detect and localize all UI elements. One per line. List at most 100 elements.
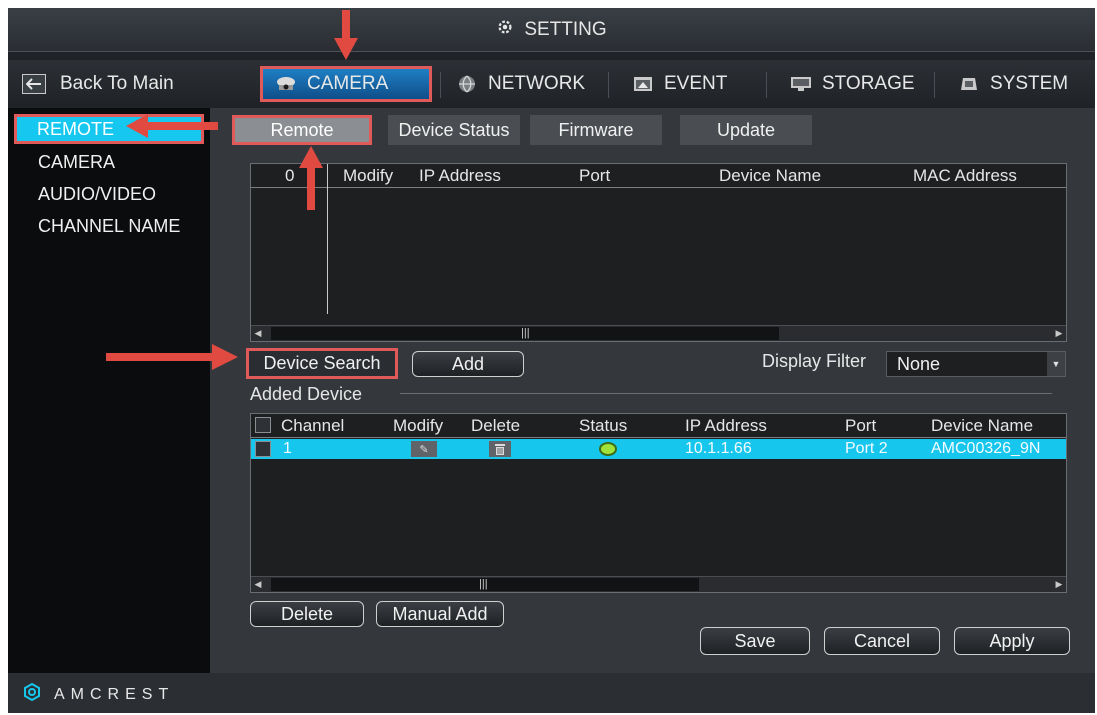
content-area: Remote Device Status Firmware Update 0 M… bbox=[210, 108, 1095, 673]
sidebar-item-label: CAMERA bbox=[38, 152, 116, 172]
button-label: Add bbox=[451, 353, 485, 374]
channel-cell: 1 bbox=[283, 440, 292, 457]
nav-separator bbox=[608, 72, 609, 98]
button-label: Delete bbox=[280, 603, 334, 624]
tab-system-label: SYSTEM bbox=[990, 73, 1069, 94]
nav-separator bbox=[766, 72, 767, 98]
scroll-left-icon[interactable]: ◀ bbox=[251, 577, 265, 592]
display-filter-value: None bbox=[897, 353, 941, 374]
sidebar-item-camera[interactable]: CAMERA bbox=[38, 152, 115, 173]
row-checkbox[interactable] bbox=[255, 441, 271, 457]
scroll-right-icon[interactable]: ▶ bbox=[1052, 577, 1066, 592]
annotation-arrow-camera bbox=[333, 10, 359, 62]
manual-add-button[interactable]: Manual Add bbox=[376, 601, 504, 627]
column-header: MAC Address bbox=[913, 166, 1017, 185]
save-button[interactable]: Save bbox=[700, 627, 810, 655]
column-header: Device Name bbox=[931, 416, 1034, 435]
tab-camera-label: CAMERA bbox=[307, 73, 389, 94]
delete-button[interactable]: Delete bbox=[250, 601, 364, 627]
sidebar: REMOTE CAMERA AUDIO/VIDEO CHANNEL NAME bbox=[8, 108, 210, 673]
column-header: Status bbox=[579, 416, 628, 435]
ip-address-cell: 10.1.1.66 bbox=[685, 440, 752, 457]
tab-storage[interactable]: STORAGE bbox=[778, 66, 927, 102]
sidebar-item-channel-name[interactable]: CHANNEL NAME bbox=[38, 216, 180, 237]
subtab-remote[interactable]: Remote bbox=[232, 115, 372, 145]
column-header: Port bbox=[845, 416, 877, 435]
scroll-right-icon[interactable]: ▶ bbox=[1052, 326, 1066, 341]
tab-network-label: NETWORK bbox=[488, 73, 586, 94]
trash-icon[interactable] bbox=[489, 441, 511, 457]
add-button[interactable]: Add bbox=[412, 351, 524, 377]
column-header: Modify bbox=[393, 416, 444, 435]
back-arrow-icon bbox=[22, 74, 46, 94]
scrollbar-grip-icon: ||| bbox=[479, 578, 488, 590]
sidebar-item-audio-video[interactable]: AUDIO/VIDEO bbox=[38, 184, 156, 205]
horizontal-scrollbar[interactable]: ◀ ||| ▶ bbox=[251, 576, 1066, 592]
scroll-left-icon[interactable]: ◀ bbox=[251, 326, 265, 341]
system-icon bbox=[958, 76, 980, 92]
back-to-main-button[interactable]: Back To Main bbox=[22, 69, 174, 99]
pencil-icon[interactable]: ✎ bbox=[411, 441, 437, 457]
subtab-label: Firmware bbox=[558, 119, 634, 140]
scrollbar-grip-icon: ||| bbox=[521, 327, 530, 339]
network-icon bbox=[456, 75, 478, 93]
subtab-update[interactable]: Update bbox=[680, 115, 812, 145]
column-header: 0 bbox=[285, 166, 295, 185]
brand-name: AMCREST bbox=[54, 685, 175, 703]
column-header: Modify bbox=[343, 166, 394, 185]
added-device-label: Added Device bbox=[250, 384, 363, 404]
horizontal-scrollbar[interactable]: ◀ ||| ▶ bbox=[251, 325, 1066, 341]
subtab-label: Device Status bbox=[398, 119, 510, 140]
camera-icon bbox=[275, 76, 297, 92]
brand-logo: AMCREST bbox=[22, 682, 174, 707]
tab-system[interactable]: SYSTEM bbox=[946, 66, 1080, 102]
subtab-firmware[interactable]: Firmware bbox=[530, 115, 662, 145]
section-divider bbox=[400, 393, 1052, 394]
back-to-main-label: Back To Main bbox=[60, 73, 174, 94]
tab-event-label: EVENT bbox=[664, 73, 728, 94]
annotation-arrow-device-search bbox=[106, 344, 238, 370]
column-header: Port bbox=[579, 166, 611, 185]
tab-event[interactable]: EVENT bbox=[620, 66, 739, 102]
table-header: Channel Modify Delete Status IP Address … bbox=[251, 414, 1066, 438]
bottom-bar: AMCREST bbox=[8, 673, 1095, 713]
button-label: Save bbox=[734, 630, 776, 651]
chevron-down-icon: ▼ bbox=[1047, 352, 1065, 376]
table-row[interactable]: 1 ✎ 10.1.1.66 Port 2 AMC00326_9N bbox=[251, 439, 1066, 459]
display-filter-select[interactable]: None ▼ bbox=[886, 351, 1066, 377]
sidebar-item-label: AUDIO/VIDEO bbox=[38, 184, 157, 204]
button-label: Apply bbox=[989, 630, 1035, 651]
button-label: Cancel bbox=[853, 630, 911, 651]
nav-separator bbox=[440, 72, 441, 98]
sidebar-item-label: REMOTE bbox=[37, 118, 115, 139]
page-title: SETTING bbox=[524, 18, 607, 40]
device-search-button[interactable]: Device Search bbox=[246, 348, 398, 379]
added-device-table: Channel Modify Delete Status IP Address … bbox=[250, 413, 1067, 593]
subtab-label: Update bbox=[716, 119, 776, 140]
column-header: Channel bbox=[281, 416, 345, 435]
select-all-checkbox[interactable] bbox=[255, 417, 271, 433]
device-name-cell: AMC00326_9N bbox=[931, 440, 1041, 457]
nav-separator bbox=[934, 72, 935, 98]
column-divider bbox=[327, 164, 328, 314]
column-header: Delete bbox=[471, 416, 521, 435]
apply-button[interactable]: Apply bbox=[954, 627, 1070, 655]
sidebar-item-label: CHANNEL NAME bbox=[38, 216, 181, 236]
cancel-button[interactable]: Cancel bbox=[824, 627, 940, 655]
column-header: Device Name bbox=[719, 166, 822, 185]
gear-icon bbox=[496, 18, 514, 42]
tab-camera[interactable]: CAMERA bbox=[260, 66, 432, 102]
annotation-arrow-remote bbox=[126, 114, 218, 138]
display-filter-label: Display Filter bbox=[762, 351, 867, 371]
search-results-table: 0 Modify IP Address Port Device Name MAC… bbox=[250, 163, 1067, 342]
subtab-device-status[interactable]: Device Status bbox=[388, 115, 520, 145]
tab-network[interactable]: NETWORK bbox=[444, 66, 597, 102]
amcrest-logo-icon bbox=[22, 682, 42, 707]
status-dot-icon bbox=[599, 442, 617, 456]
tab-storage-label: STORAGE bbox=[822, 73, 915, 94]
button-label: Device Search bbox=[263, 353, 381, 373]
title-bar: SETTING bbox=[8, 8, 1095, 52]
table-header: 0 Modify IP Address Port Device Name MAC… bbox=[251, 164, 1066, 188]
port-cell: Port 2 bbox=[845, 440, 888, 457]
event-icon bbox=[632, 76, 654, 92]
